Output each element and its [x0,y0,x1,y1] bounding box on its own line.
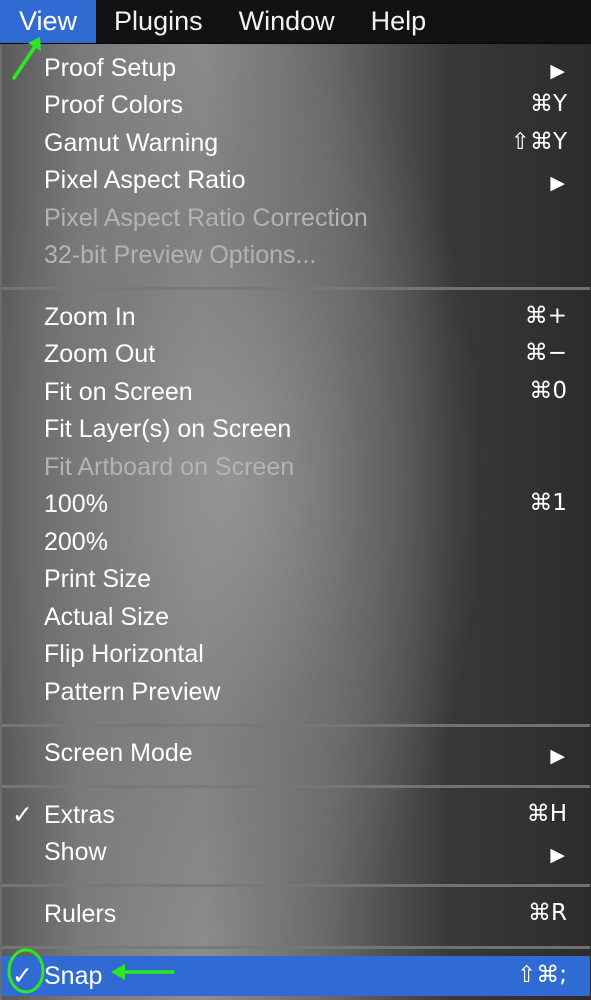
menu-item-shortcut: ⇧⌘Y [510,129,567,155]
menu-item-shortcut: ⌘Y [529,91,567,117]
view-menu-dropdown: Proof Setup ▶ Proof Colors ⌘Y Gamut Warn… [0,44,591,1000]
menu-item-label: Fit on Screen [44,378,193,406]
menu-item-200-percent[interactable]: 200% [2,524,590,561]
submenu-arrow-icon: ▶ [550,844,565,866]
menu-item-label: Actual Size [44,603,170,631]
menu-item-rulers[interactable]: Rulers ⌘R [2,896,590,933]
menu-item-label: 100% [44,490,108,518]
menu-item-label: Pattern Preview [44,678,221,706]
menu-item-label: Pixel Aspect Ratio Correction [44,204,368,232]
menu-item-label: Zoom In [44,303,136,331]
menu-item-fit-artboard-on-screen: Fit Artboard on Screen [2,449,590,486]
menu-item-label: Fit Artboard on Screen [44,453,295,481]
menu-item-label: Gamut Warning [44,129,219,157]
menu-item-print-size[interactable]: Print Size [2,561,590,598]
menu-item-gamut-warning[interactable]: Gamut Warning ⇧⌘Y [2,125,590,162]
checkmark-icon: ✓ [12,961,33,990]
submenu-arrow-icon: ▶ [550,172,565,194]
menu-item-shortcut: ⌘0 [529,378,567,404]
submenu-arrow-icon: ▶ [550,60,565,82]
checkmark-icon: ✓ [12,800,33,829]
menu-item-shortcut: ⌘R [528,900,567,926]
menu-separator [2,946,590,949]
menubar-plugins[interactable]: Plugins [96,0,221,43]
menu-item-actual-size[interactable]: Actual Size [2,599,590,636]
menu-item-show[interactable]: Show ▶ [2,834,590,871]
menu-separator [2,287,590,290]
menu-item-32bit-preview-options: 32-bit Preview Options... [2,237,590,274]
menu-item-proof-colors[interactable]: Proof Colors ⌘Y [2,87,590,124]
menu-item-zoom-out[interactable]: Zoom Out ⌘− [2,336,590,373]
menu-item-label: Snap [44,962,103,990]
menu-item-shortcut: ⌘− [524,340,567,366]
menu-item-100-percent[interactable]: 100% ⌘1 [2,486,590,523]
menu-item-label: 200% [44,528,108,556]
menubar-window[interactable]: Window [221,0,353,43]
menu-item-shortcut: ⌘1 [529,490,567,516]
menu-separator [2,724,590,727]
menu-item-label: Proof Colors [44,91,183,119]
menu-item-fit-on-screen[interactable]: Fit on Screen ⌘0 [2,374,590,411]
submenu-arrow-icon: ▶ [550,745,565,767]
menu-bar: View Plugins Window Help [0,0,591,44]
menu-item-flip-horizontal[interactable]: Flip Horizontal [2,636,590,673]
menu-item-label: Screen Mode [44,739,193,767]
menubar-view[interactable]: View [0,0,97,43]
menu-item-label: Proof Setup [44,54,177,82]
menu-item-pixel-aspect-ratio[interactable]: Pixel Aspect Ratio ▶ [2,162,590,199]
menu-separator [2,884,590,887]
menu-item-proof-setup[interactable]: Proof Setup ▶ [2,50,590,87]
menu-item-label: Print Size [44,565,151,593]
menu-item-snap[interactable]: ✓ Snap ⇧⌘; [2,956,590,996]
menubar-help[interactable]: Help [353,0,445,43]
menu-item-label: Pixel Aspect Ratio [44,166,246,194]
menu-item-shortcut: ⇧⌘; [516,962,567,988]
menu-item-zoom-in[interactable]: Zoom In ⌘+ [2,299,590,336]
menu-item-label: Fit Layer(s) on Screen [44,415,292,443]
menu-item-extras[interactable]: ✓ Extras ⌘H [2,797,590,834]
menu-item-fit-layers-on-screen[interactable]: Fit Layer(s) on Screen [2,411,590,448]
menu-item-label: Zoom Out [44,340,156,368]
menu-item-label: Flip Horizontal [44,640,204,668]
menu-item-pattern-preview[interactable]: Pattern Preview [2,674,590,711]
menu-item-pixel-aspect-ratio-correction: Pixel Aspect Ratio Correction [2,200,590,237]
menu-item-label: Extras [44,801,115,829]
menu-item-screen-mode[interactable]: Screen Mode ▶ [2,735,590,772]
menu-item-shortcut: ⌘+ [524,303,567,329]
menu-item-label: 32-bit Preview Options... [44,241,317,269]
menu-item-label: Show [44,838,107,866]
menu-item-label: Rulers [44,900,117,928]
menu-item-shortcut: ⌘H [526,801,567,827]
menu-separator [2,785,590,788]
